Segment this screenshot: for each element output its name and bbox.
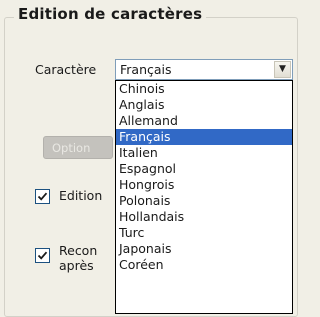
options-button-label: Option [52, 141, 91, 155]
recon-checkbox-label: Recon [59, 243, 98, 258]
dropdown-option[interactable]: Allemand [116, 113, 292, 129]
group-title: Edition de caractères [14, 5, 207, 23]
dropdown-option[interactable]: Hongrois [116, 177, 292, 193]
dropdown-option[interactable]: Anglais [116, 97, 292, 113]
dropdown-option[interactable]: Italien [116, 145, 292, 161]
dropdown-option[interactable]: Français [116, 129, 292, 145]
charset-label: Caractère [35, 62, 97, 77]
edition-checkbox-label: Edition [59, 188, 103, 203]
charset-select[interactable]: Français ▼ [115, 59, 293, 80]
dropdown-option[interactable]: Polonais [116, 193, 292, 209]
dropdown-option[interactable]: Coréen [116, 257, 292, 273]
edition-checkbox[interactable] [35, 189, 50, 204]
dropdown-option[interactable]: Espagnol [116, 161, 292, 177]
charset-selected-value: Français [120, 62, 172, 77]
dropdown-option[interactable]: Turc [116, 225, 292, 241]
checkmark-icon [37, 192, 48, 201]
chevron-down-icon[interactable]: ▼ [274, 61, 291, 78]
checkmark-icon [37, 251, 48, 260]
charset-dropdown-list[interactable]: Chinois Anglais Allemand Français Italien Esp… [115, 80, 293, 314]
dropdown-option[interactable]: Chinois [116, 81, 292, 97]
recon-checkbox[interactable] [35, 248, 50, 263]
recon-checkbox-sublabel: après [59, 258, 94, 273]
options-button[interactable]: Option [43, 136, 113, 159]
dropdown-option[interactable]: Hollandais [116, 209, 292, 225]
dropdown-option[interactable]: Japonais [116, 241, 292, 257]
